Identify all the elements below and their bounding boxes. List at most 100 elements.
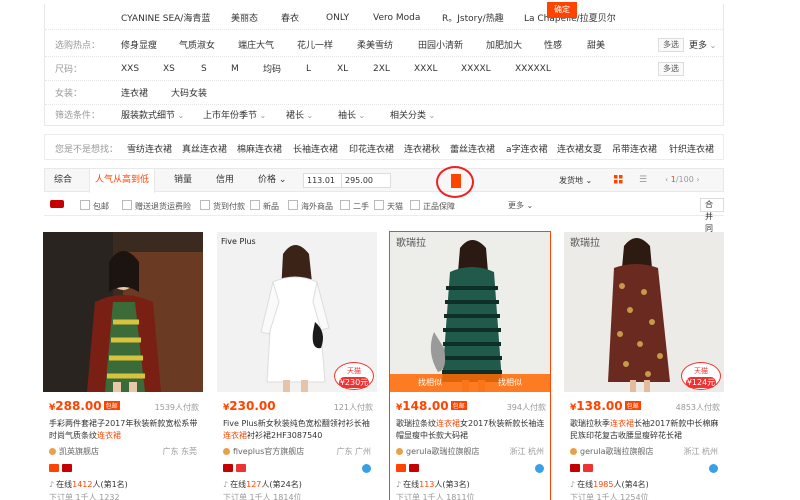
grid-view-icon[interactable] [614,175,623,184]
sold-count: 4853人付款 [675,403,720,412]
brand-option[interactable]: R。Jstory/热趣 [442,11,504,24]
confirm-button[interactable]: 确定 [547,2,577,18]
product-card[interactable]: ¥288.00 包邮 1539人付款 手彩两件套裙子2017年秋装新款宽松系带时尚… [43,232,203,500]
multi-select-button[interactable]: 多选 [658,61,684,76]
cod-checkbox[interactable]: 货到付款 [200,200,245,212]
suggest-link[interactable]: 印花连衣裙 [349,142,394,155]
size-option[interactable]: XS [163,64,175,74]
brand-option[interactable]: 春衣 [281,11,299,24]
return-insurance-checkbox[interactable]: 赠送退货运费险 [122,200,191,212]
womens-option[interactable]: 连衣裙 [121,86,148,99]
size-option[interactable]: 均码 [263,62,281,75]
tmall-icon [570,464,580,472]
suggest-link[interactable]: 吊带连衣裙 [612,142,657,155]
find-similar-button[interactable]: 找相似 [390,374,470,392]
size-option[interactable]: XL [337,64,348,74]
product-title[interactable]: 歌瑞拉秋季连衣裙长袖2017新款中长棉麻民族印花复古收腰显瘦碎花长裙 [570,418,720,442]
wangwang-chat-icon[interactable] [709,464,718,473]
hot-option[interactable]: 修身显瘦 [121,38,157,51]
product-card[interactable]: 歌瑞拉 找相似 找相似 ¥148.00 包邮 394人付款 歌瑞拉条纹连衣裙女20… [389,231,551,500]
more-filters-dropdown[interactable]: 更多 ⌄ [508,200,533,211]
hot-row: 选购热点： 修身显瘦 气质淑女 端庄大气 花儿一样 柔美雪纺 田园小清新 加肥加… [45,33,723,57]
product-title[interactable]: Five Plus新女秋装纯色宽松翻领衬衫长袖连衣裙衬衫裙2HF3087540 [223,418,373,442]
product-card[interactable]: Five Plus 天猫 ¥230元 ¥230.00 121人付款 Five Pl… [217,232,377,500]
brand-option[interactable]: Vero Moda [373,13,420,23]
size-option[interactable]: XXXXL [461,64,491,74]
free-shipping-tag: 包邮 [450,401,467,410]
price-max-input[interactable]: 295.00 [341,173,391,188]
criteria-dropdown[interactable]: 裙长 [286,108,313,121]
merge-same-button[interactable]: 合并同款宝贝 [700,198,724,269]
brand-option[interactable]: CYANINE SEA/海青蓝 [121,11,210,24]
hot-option[interactable]: 花儿一样 [297,38,333,51]
sort-bar: 综合 人气从高到低 销量 信用 价格 ⌄ 113.01 - 295.00 发货地… [44,166,724,198]
brand-option[interactable]: 美丽态 [231,11,258,24]
suggest-link[interactable]: 连衣裙秋 [404,142,440,155]
size-option[interactable]: L [306,64,311,74]
hot-option[interactable]: 端庄大气 [238,38,274,51]
size-option[interactable]: XXXXXL [515,64,551,74]
womens-option[interactable]: 大码女装 [171,86,207,99]
shop-link[interactable]: gerula歌瑞拉旗舰店 [570,446,653,457]
product-title[interactable]: 手彩两件套裙子2017年秋装新款宽松系带时尚气质条纹连衣裙 [49,418,199,442]
genuine-checkbox[interactable]: 正品保障 [410,200,455,212]
wangwang-chat-icon[interactable] [362,464,371,473]
free-shipping-checkbox[interactable]: 包邮 [80,200,109,212]
product-card[interactable]: 歌瑞拉 天猫 ¥124元 ¥138.00 包邮 4853人付款 歌瑞拉秋季连衣裙长袖… [564,232,724,500]
hot-option[interactable]: 性感 [544,38,562,51]
tmall-checkbox[interactable]: 天猫 [374,200,403,212]
size-option[interactable]: XXS [121,64,139,74]
overseas-checkbox[interactable]: 海外商品 [288,200,333,212]
shop-link[interactable]: 凯英旗舰店 [49,446,99,457]
size-option[interactable]: 2XL [373,64,390,74]
tab-price[interactable]: 价格 ⌄ [253,169,291,191]
suggest-link[interactable]: 雪纺连衣裙 [127,142,172,155]
suggest-link[interactable]: 长袖连衣裙 [293,142,338,155]
product-title[interactable]: 歌瑞拉条纹连衣裙女2017秋装新款长袖连帽显瘦中长款大码裙 [396,418,546,442]
shop-link[interactable]: fiveplus官方旗舰店 [223,446,304,457]
multi-select-button[interactable]: 多选 [658,37,684,52]
service-icons [49,464,75,475]
tmall-logo-checkbox[interactable] [50,200,64,209]
find-similar-bar: 找相似 找相似 [390,374,550,392]
size-option[interactable]: M [231,64,239,74]
shop-link[interactable]: gerula歌瑞拉旗舰店 [396,446,479,457]
tab-default[interactable]: 综合 [49,169,77,191]
suggest-link[interactable]: 棉麻连衣裙 [237,142,282,155]
tmall-logo-icon [50,200,64,208]
criteria-dropdown[interactable]: 上市年份季节 [203,108,266,121]
list-view-icon[interactable]: ☰ [639,175,647,185]
tab-sales[interactable]: 销量 [169,169,197,191]
suggest-link[interactable]: 蕾丝连衣裙 [450,142,495,155]
suggest-link[interactable]: a字连衣裙 [506,142,548,155]
wangwang-chat-icon[interactable] [535,464,544,473]
tab-credit[interactable]: 信用 [211,169,239,191]
second-hand-checkbox[interactable]: 二手 [340,200,369,212]
suggest-link[interactable]: 真丝连衣裙 [182,142,227,155]
find-similar-style-button[interactable]: 找相似 [470,374,550,392]
product-image[interactable]: 歌瑞拉 [390,232,550,392]
hot-option[interactable]: 甜美 [587,38,605,51]
hot-option[interactable]: 加肥加大 [486,38,522,51]
suggest-link[interactable]: 针织连衣裙 [669,142,714,155]
hot-option[interactable]: 气质淑女 [179,38,215,51]
hot-option[interactable]: 田园小清新 [418,38,463,51]
free-shipping-tag: 包邮 [624,401,641,410]
criteria-dropdown[interactable]: 相关分类 [390,108,435,121]
size-option[interactable]: XXXL [414,64,438,74]
hot-option[interactable]: 柔美雪纺 [357,38,393,51]
tab-popularity[interactable]: 人气从高到低 [89,169,156,193]
ship-from-dropdown[interactable]: 发货地 ⌄ [559,175,592,186]
new-items-checkbox[interactable]: 新品 [250,200,279,212]
next-page-icon[interactable]: › [696,175,699,184]
criteria-dropdown[interactable]: 服装款式细节 [121,108,184,121]
criteria-dropdown[interactable]: 袖长 [338,108,365,121]
more-button[interactable]: 更多 [689,38,716,51]
size-option[interactable]: S [201,64,207,74]
product-image[interactable] [43,232,203,392]
tmall-icon [409,464,419,472]
criteria-row: 筛选条件： 服装款式细节 上市年份季节 裙长 袖长 相关分类 [45,102,723,126]
prev-page-icon[interactable]: ‹ [665,175,668,184]
suggest-link[interactable]: 连衣裙女夏 [557,142,602,155]
brand-option[interactable]: ONLY [326,13,349,23]
